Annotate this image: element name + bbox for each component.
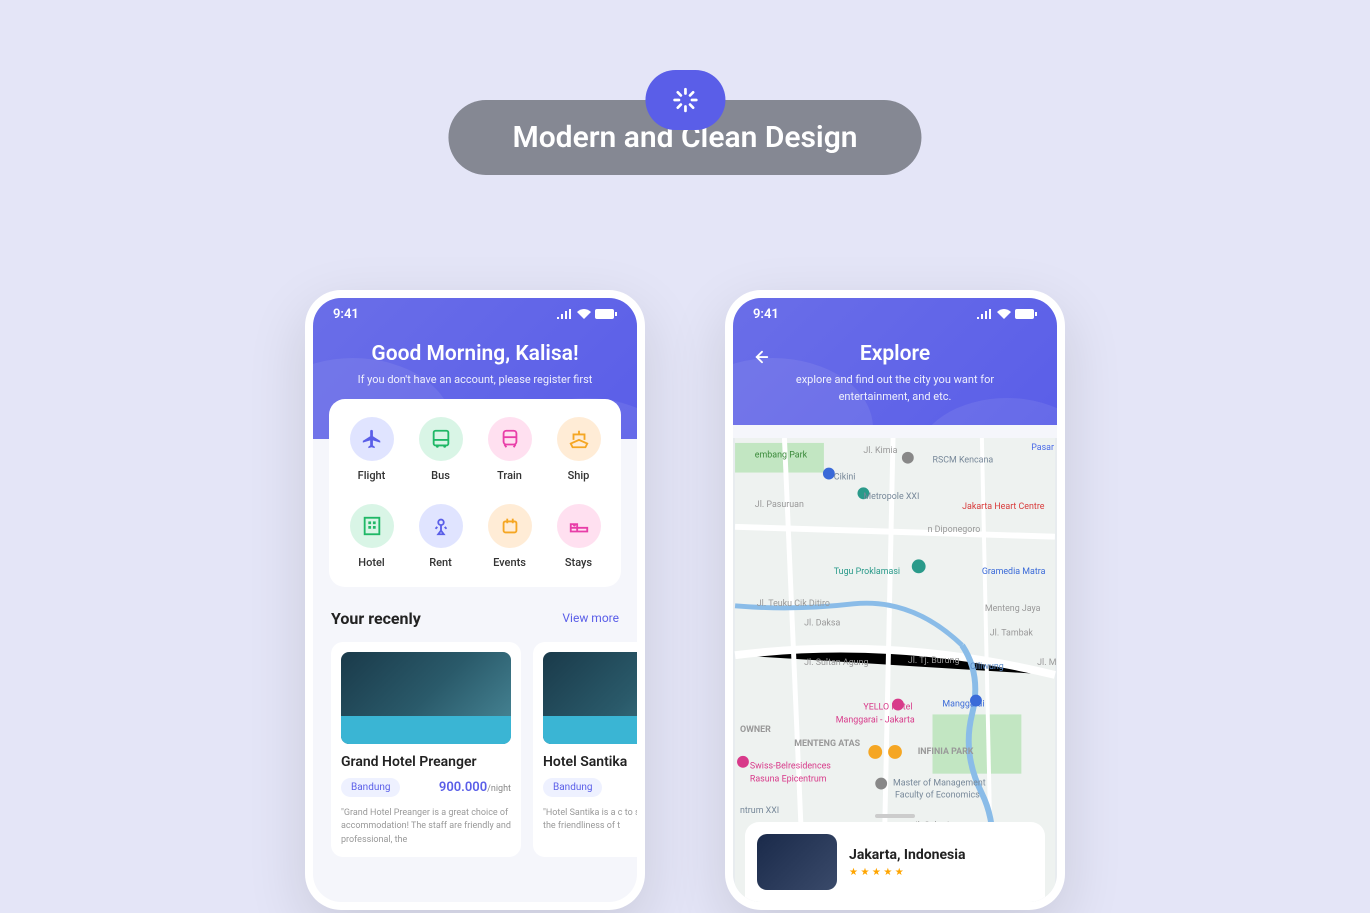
map-label: OWNER [740, 725, 771, 735]
hotel-price: 900.000/night [439, 780, 511, 795]
map-label: Master of Management [893, 779, 986, 789]
wifi-icon [577, 309, 591, 319]
greeting-subtitle: If you don't have an account, please reg… [337, 372, 613, 389]
greeting-title: Good Morning, Kalisa! [337, 342, 613, 366]
loading-icon [645, 70, 725, 130]
category-label: Train [479, 469, 540, 482]
signal-icon [557, 309, 573, 319]
hotel-review: "Grand Hotel Preanger is a great choice … [341, 807, 511, 848]
category-label: Events [479, 556, 540, 569]
map-label: YELLO Hotel [863, 702, 912, 712]
map-label: Faculty of Economics [895, 790, 980, 800]
phone-explore: 9:41 Explore explore and find out the ci… [725, 290, 1065, 910]
train-icon [488, 417, 532, 461]
category-label: Ship [548, 469, 609, 482]
map-label: Jl. Pasuruan [755, 500, 804, 510]
category-label: Hotel [341, 556, 402, 569]
map-label: MENTENG ATAS [794, 739, 860, 749]
hotel-image [543, 652, 637, 744]
hotel-card[interactable]: Hotel Santika Bandung "Hotel Santika is … [533, 642, 637, 858]
map-label: Ciliwung [970, 662, 1004, 672]
map-label: Manggarai [942, 700, 984, 710]
hero-badge: Modern and Clean Design [448, 70, 921, 175]
map-label: ntrum XXI [740, 806, 779, 816]
location-badge: Bandung [341, 778, 400, 797]
hotel-review: "Hotel Santika is a c to stay! I was ver… [543, 807, 637, 834]
map-label: Menteng Jaya [985, 604, 1041, 614]
city-thumbnail [757, 834, 837, 890]
map-detail-card[interactable]: Jakarta, Indonesia ★ ★ ★ ★ ★ [745, 822, 1045, 902]
map-label: RSCM Kencana [933, 456, 994, 466]
ship-icon [557, 417, 601, 461]
category-grid: Flight Bus Train Ship Hotel Rent Events … [329, 399, 621, 587]
category-train[interactable]: Train [479, 417, 540, 482]
back-button[interactable] [753, 348, 771, 370]
map-label: Swiss-Belresidences [750, 762, 831, 772]
category-label: Rent [410, 556, 471, 569]
category-ship[interactable]: Ship [548, 417, 609, 482]
rent-icon [419, 504, 463, 548]
events-icon [488, 504, 532, 548]
signal-icon [977, 309, 993, 319]
stays-icon [557, 504, 601, 548]
map-label: Jl. Tj. Burung [908, 656, 960, 666]
wifi-icon [997, 309, 1011, 319]
map-label: INFINIA PARK [918, 747, 974, 757]
map-view[interactable]: embang Park RSCM Kencana Pasar Cikini Metrop… [733, 438, 1057, 902]
map-label: Jl. Tambak [990, 628, 1034, 638]
rating-stars: ★ ★ ★ ★ ★ [849, 867, 965, 878]
map-label: Jakarta Heart Centre [962, 502, 1045, 512]
view-more-link[interactable]: View more [562, 611, 619, 625]
map-label: Gramedia Matra [982, 567, 1046, 577]
flight-icon [350, 417, 394, 461]
map-label: n Diponegoro [928, 525, 981, 535]
status-time: 9:41 [753, 307, 779, 322]
status-bar: 9:41 [733, 298, 1057, 330]
hotel-card[interactable]: Grand Hotel Preanger Bandung 900.000/nig… [331, 642, 521, 858]
battery-icon [1015, 309, 1037, 319]
map-label: Jl. Kimia [863, 446, 897, 456]
hotel-icon [350, 504, 394, 548]
hotel-image [341, 652, 511, 744]
status-time: 9:41 [333, 307, 359, 322]
location-badge: Bandung [543, 778, 602, 797]
map-label: Jl. Daksa [804, 619, 840, 629]
map-label: Cikini [834, 472, 856, 482]
category-stays[interactable]: Stays [548, 504, 609, 569]
drag-handle[interactable] [875, 814, 915, 818]
phone-home: 9:41 Good Morning, Kalisa! If you don't … [305, 290, 645, 910]
hotel-name: Grand Hotel Preanger [341, 754, 511, 770]
explore-subtitle: explore and find out the city you want f… [757, 372, 1033, 405]
hotel-name: Hotel Santika [543, 754, 637, 770]
battery-icon [595, 309, 617, 319]
map-label: Tugu Proklamasi [834, 567, 900, 577]
category-events[interactable]: Events [479, 504, 540, 569]
category-flight[interactable]: Flight [341, 417, 402, 482]
category-label: Flight [341, 469, 402, 482]
city-name: Jakarta, Indonesia [849, 847, 965, 863]
recently-title: Your recenly [331, 609, 421, 628]
map-label: Jl. Sultan Agung [804, 658, 868, 668]
status-bar: 9:41 [313, 298, 637, 330]
category-bus[interactable]: Bus [410, 417, 471, 482]
map-label: embang Park [755, 451, 808, 461]
map-label: Jl. Teuku Cik Ditiro [757, 599, 830, 609]
map-label: Metropole XXI [863, 492, 919, 502]
map-label: Rasuna Epicentrum [750, 775, 827, 785]
explore-title: Explore [757, 342, 1033, 366]
map-label: Manggarai - Jakarta [836, 715, 915, 725]
category-hotel[interactable]: Hotel [341, 504, 402, 569]
map-label: Jl. Malabar [1037, 658, 1057, 668]
category-label: Bus [410, 469, 471, 482]
bus-icon [419, 417, 463, 461]
category-label: Stays [548, 556, 609, 569]
map-label: Pasar [1031, 443, 1054, 453]
category-rent[interactable]: Rent [410, 504, 471, 569]
